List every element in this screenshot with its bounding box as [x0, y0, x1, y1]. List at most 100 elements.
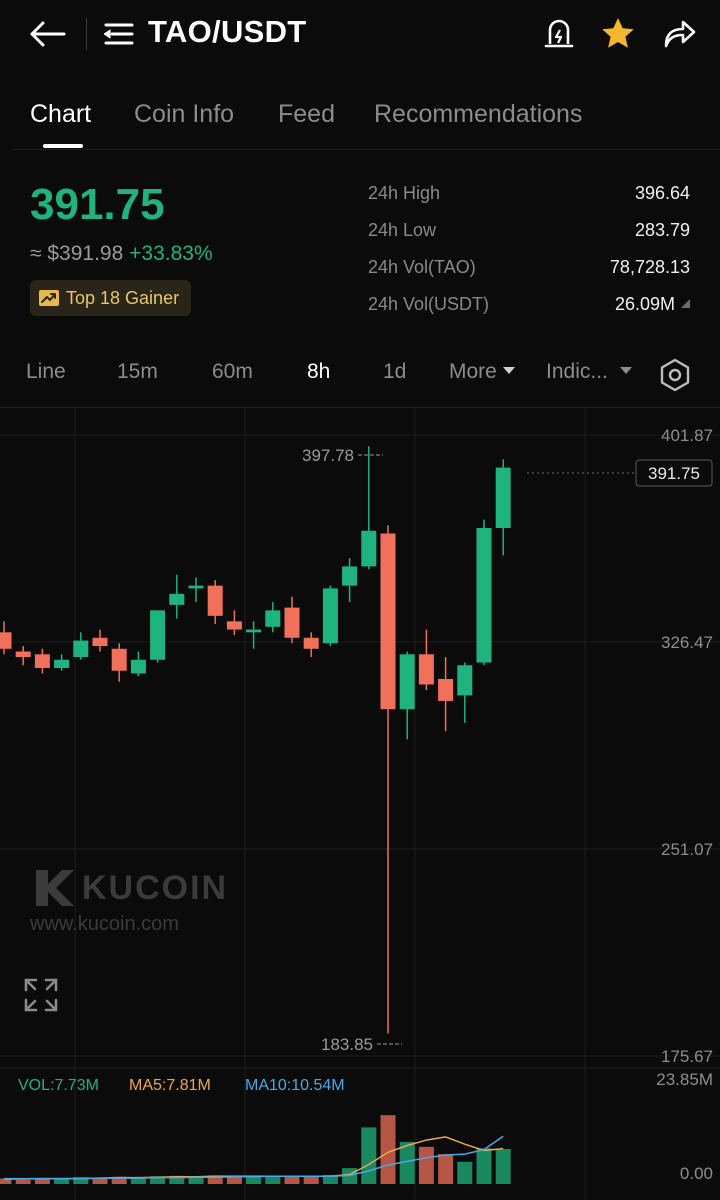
stat-label-vol-base: 24h Vol(TAO) [368, 257, 476, 277]
candle [130, 651, 146, 677]
timeframe-1d[interactable]: 1d [383, 360, 406, 384]
y-tick-label: 251.07 [661, 840, 713, 859]
top-gainer-badge[interactable]: Top 18 Gainer [30, 280, 192, 316]
ma5-label: MA5:7.81M [129, 1077, 211, 1094]
candle [226, 610, 242, 636]
volume-bar [284, 1176, 300, 1184]
candlestick-chart[interactable]: KUCOIN www.kucoin.com 401.87 326.47 251.… [0, 408, 720, 1200]
candle [495, 459, 511, 556]
stat-label-low: 24h Low [368, 220, 437, 240]
candle [399, 651, 415, 740]
header-divider [86, 18, 87, 50]
timeframe-60m[interactable]: 60m [212, 360, 253, 384]
candle [438, 657, 454, 732]
volume-bar [380, 1115, 396, 1184]
candle-body [265, 610, 281, 627]
tab-coin-info[interactable]: Coin Info [134, 100, 234, 129]
chart-grid [0, 408, 720, 1200]
top-gainer-label: Top 18 Gainer [66, 287, 180, 308]
candle [246, 621, 262, 649]
candle [150, 610, 166, 663]
pair-menu-icon[interactable] [104, 20, 134, 48]
candle [15, 646, 31, 666]
y-tick-label: 175.67 [661, 1047, 713, 1066]
candle [380, 525, 396, 1034]
candle-body [0, 632, 12, 649]
trending-up-icon [39, 290, 59, 306]
fullscreen-expand-icon[interactable] [22, 976, 60, 1014]
volume-bar [15, 1179, 31, 1184]
timeframe-8h[interactable]: 8h [307, 360, 330, 384]
timeframe-more-label: More [449, 360, 497, 383]
volume-bar [265, 1176, 281, 1184]
watermark-brand: KUCOIN [82, 869, 228, 907]
volume-max-label: 23.85M [656, 1070, 713, 1089]
candle-body [418, 654, 434, 685]
candle-body [284, 607, 300, 638]
candle [54, 654, 70, 671]
last-price: 391.75 [30, 180, 165, 229]
volume-bar [418, 1146, 434, 1184]
candle-body [73, 640, 89, 658]
candle-body [188, 585, 204, 589]
favorite-star-icon[interactable] [598, 14, 638, 54]
candle-body [457, 665, 473, 696]
candle [418, 629, 434, 690]
candle-body [207, 585, 223, 616]
candle-body [476, 527, 492, 663]
stat-label-vol-quote: 24h Vol(USDT) [368, 294, 490, 314]
price-alert-icon[interactable] [540, 14, 578, 54]
volume-bar [495, 1148, 511, 1184]
y-tick-label: 326.47 [661, 633, 713, 652]
tab-feed[interactable]: Feed [278, 100, 335, 129]
candle [303, 632, 319, 658]
timeframe-more[interactable]: More [449, 360, 515, 384]
candle-body [495, 467, 511, 528]
candle [0, 621, 12, 655]
candle [265, 602, 281, 633]
watermark-url: www.kucoin.com [29, 913, 179, 935]
candle [361, 446, 377, 570]
tab-bar: Chart Coin Info Feed Recommendations [0, 86, 720, 152]
active-tab-indicator [43, 144, 83, 148]
share-icon[interactable] [658, 14, 698, 54]
candle [169, 574, 185, 619]
volume-bar [476, 1148, 492, 1184]
candle-body [246, 629, 262, 633]
candle-body [169, 593, 185, 605]
candle-body [322, 588, 338, 644]
candle-body [150, 610, 166, 660]
timeframe-line[interactable]: Line [26, 360, 66, 384]
kucoin-logo-icon [36, 870, 74, 906]
chevron-down-icon [619, 366, 632, 374]
tab-chart[interactable]: Chart [30, 100, 91, 129]
candle-body [226, 621, 242, 630]
stat-value-vol-base: 78,728.13 [609, 257, 690, 277]
volume-bar [457, 1161, 473, 1184]
candle [92, 629, 108, 652]
indicators-dropdown[interactable]: Indic... [546, 360, 632, 384]
candle-body [399, 654, 415, 710]
volume-bar [54, 1179, 70, 1184]
timeframe-15m[interactable]: 15m [117, 360, 158, 384]
volume-bar [246, 1177, 262, 1184]
candle-body [342, 566, 358, 586]
candle [188, 577, 204, 603]
pair-title[interactable]: TAO/USDT [148, 14, 307, 50]
ma10-label: MA10:10.54M [245, 1077, 345, 1094]
tab-recommendations[interactable]: Recommendations [374, 100, 582, 129]
candle [207, 580, 223, 625]
candle [457, 662, 473, 723]
volume-bars [0, 1115, 511, 1184]
candle [34, 648, 50, 674]
chevron-down-icon [502, 366, 515, 374]
candle-body [92, 637, 108, 647]
chart-settings-icon[interactable] [658, 358, 692, 392]
stat-value-vol-quote: 26.09M [614, 294, 675, 314]
candle [322, 585, 338, 647]
candle [476, 519, 492, 666]
candles [0, 446, 511, 1034]
candle [73, 632, 89, 660]
candle-body [15, 651, 31, 658]
back-arrow-icon[interactable] [28, 18, 68, 50]
